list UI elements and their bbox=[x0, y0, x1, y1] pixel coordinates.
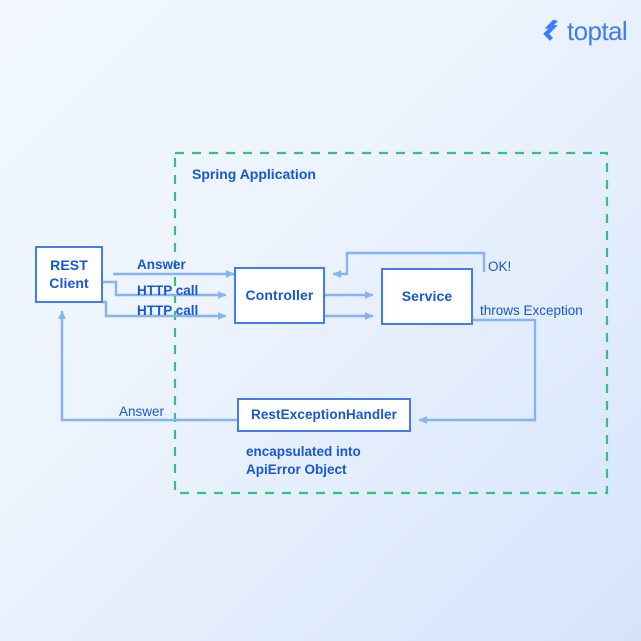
node-controller: Controller bbox=[234, 267, 325, 324]
edge-label-answer-bottom: Answer bbox=[119, 404, 165, 419]
diagram-canvas: toptal Spring Application REST Client Co… bbox=[0, 0, 641, 641]
node-rest-client: REST Client bbox=[35, 246, 103, 303]
node-service: Service bbox=[381, 268, 473, 325]
node-rest-exception-handler-label: RestExceptionHandler bbox=[250, 406, 398, 422]
edge-label-http-call-2: HTTP call bbox=[137, 303, 199, 318]
node-rest-client-label: REST Client bbox=[49, 257, 89, 291]
edge-label-throws-exception: throws Exception bbox=[480, 303, 583, 318]
edge-label-ok: OK! bbox=[488, 259, 512, 274]
node-controller-label: Controller bbox=[245, 286, 314, 303]
toptal-wordmark: toptal bbox=[567, 16, 628, 46]
toptal-chevron-icon bbox=[543, 19, 558, 41]
edge-throws-exception bbox=[418, 318, 537, 424]
annotation-encapsulated-into-apierror: encapsulated into ApiError Object bbox=[246, 444, 361, 478]
node-service-label: Service bbox=[401, 287, 453, 304]
spring-application-label: Spring Application bbox=[192, 166, 316, 182]
edge-label-http-call-1: HTTP call bbox=[137, 283, 199, 298]
edge-label-answer-top: Answer bbox=[137, 257, 186, 272]
toptal-logo: toptal bbox=[541, 16, 628, 46]
node-rest-exception-handler: RestExceptionHandler bbox=[237, 398, 411, 432]
